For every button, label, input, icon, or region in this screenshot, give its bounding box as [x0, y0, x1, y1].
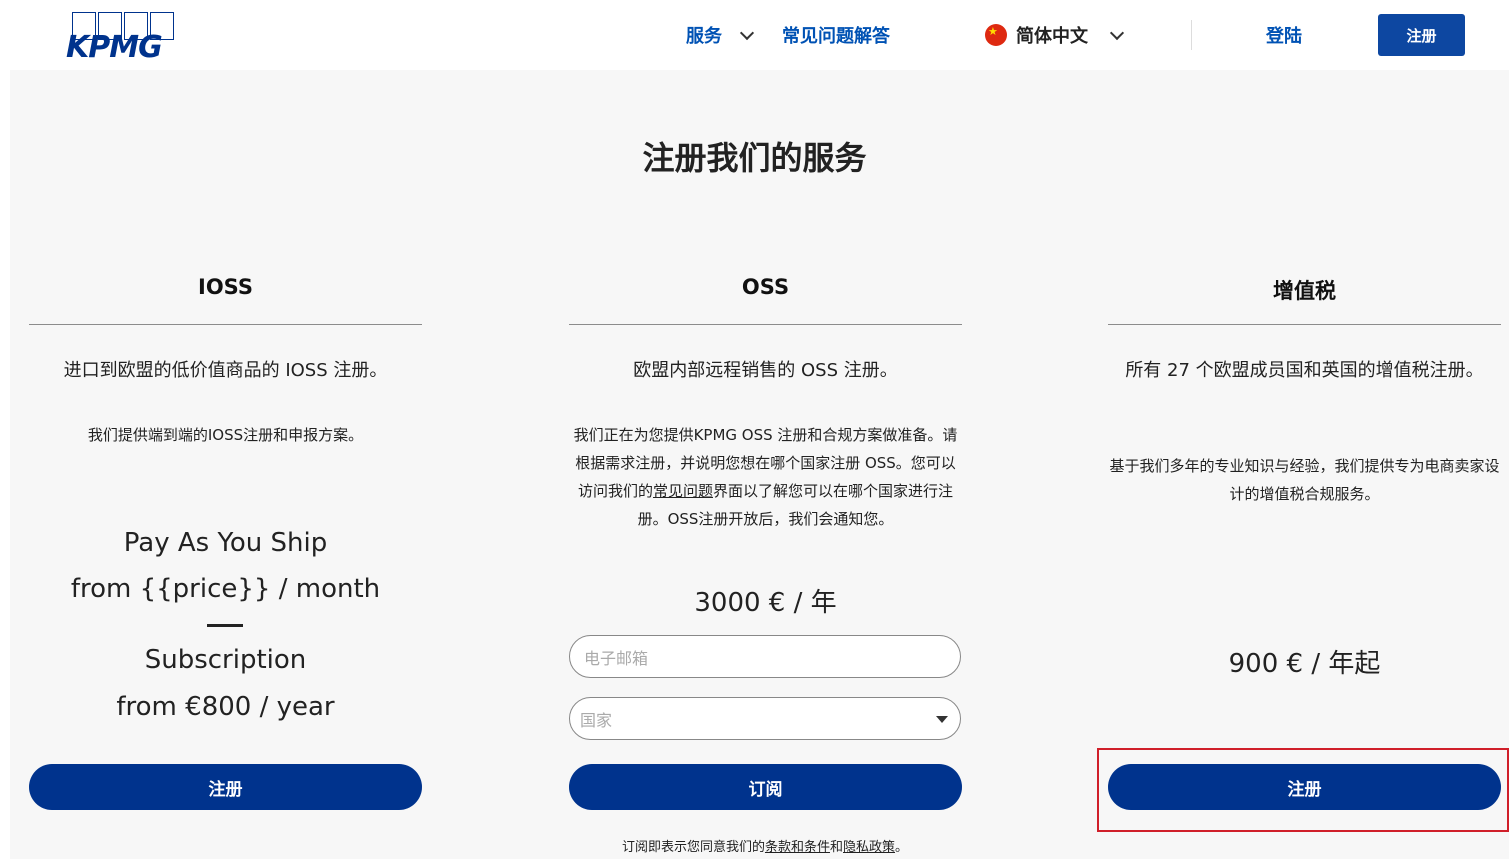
- nav-services-label: 服务: [686, 26, 722, 47]
- vat-price: 900 € / 年起: [1228, 649, 1381, 679]
- register-button[interactable]: 注册: [1378, 14, 1465, 56]
- oss-price: 3000 € / 年: [694, 588, 837, 618]
- site-header: KPMG 服务 常见问题解答 简体中文 登陆 注册: [0, 0, 1509, 70]
- ioss-plan2-price: from €800 / year: [116, 692, 335, 722]
- language-label: 简体中文: [1016, 26, 1088, 47]
- header-divider: [1191, 20, 1192, 50]
- dropdown-arrow-icon: [936, 716, 948, 723]
- nav-services[interactable]: 服务: [686, 22, 755, 48]
- vat-subtext: 基于我们多年的专业知识与经验，我们提供专为电商卖家设计的增值税合规服务。: [1109, 457, 1500, 503]
- ioss-description: 进口到欧盟的低价值商品的 IOSS 注册。: [63, 360, 388, 381]
- terms-note-suffix: 。: [895, 840, 909, 855]
- terms-link[interactable]: 条款和条件: [765, 840, 830, 855]
- oss-subscribe-button[interactable]: 订阅: [569, 764, 962, 810]
- language-selector[interactable]: 简体中文: [1016, 22, 1125, 48]
- ioss-plan1-price: from {{price}} / month: [70, 574, 381, 604]
- email-placeholder: 电子邮箱: [584, 648, 649, 668]
- vat-divider: [1108, 324, 1501, 325]
- ioss-divider: [29, 324, 422, 325]
- terms-note-and: 和: [829, 840, 843, 855]
- oss-divider: [569, 324, 962, 325]
- terms-note: 订阅即表示您同意我们的条款和条件和隐私政策。: [569, 836, 961, 855]
- oss-card-title: OSS: [741, 275, 790, 299]
- faq-link[interactable]: 常见问题: [653, 482, 713, 500]
- kpmg-logo[interactable]: KPMG: [66, 12, 180, 65]
- ioss-card-title: IOSS: [198, 275, 253, 299]
- vat-register-button[interactable]: 注册: [1108, 764, 1501, 810]
- china-flag-icon: [985, 24, 1007, 46]
- vat-card-title: 增值税: [1273, 279, 1336, 303]
- country-placeholder: 国家: [580, 710, 613, 730]
- ioss-plan1-name: Pay As You Ship: [123, 528, 328, 558]
- chevron-down-icon: [740, 25, 755, 41]
- vat-description: 所有 27 个欧盟成员国和英国的增值税注册。: [1125, 360, 1484, 381]
- chevron-down-icon: [1110, 25, 1125, 41]
- oss-subtext: 我们正在为您提供KPMG OSS 注册和合规方案做准备。请根据需求注册，并说明您…: [569, 421, 962, 533]
- nav-faq[interactable]: 常见问题解答: [782, 22, 890, 48]
- page-title: 注册我们的服务: [642, 139, 867, 177]
- privacy-link[interactable]: 隐私政策: [843, 840, 895, 855]
- terms-note-prefix: 订阅即表示您同意我们的: [621, 840, 765, 855]
- ioss-subtext: 我们提供端到端的IOSS注册和申报方案。: [87, 426, 364, 444]
- login-link[interactable]: 登陆: [1266, 22, 1302, 48]
- logo-text: KPMG: [66, 30, 163, 65]
- oss-description: 欧盟内部远程销售的 OSS 注册。: [633, 360, 898, 381]
- ioss-register-button[interactable]: 注册: [29, 764, 422, 810]
- country-select[interactable]: 国家: [569, 697, 961, 740]
- ioss-plan2-name: Subscription: [144, 645, 307, 675]
- email-field[interactable]: 电子邮箱: [569, 635, 961, 678]
- plan-separator: [207, 624, 243, 627]
